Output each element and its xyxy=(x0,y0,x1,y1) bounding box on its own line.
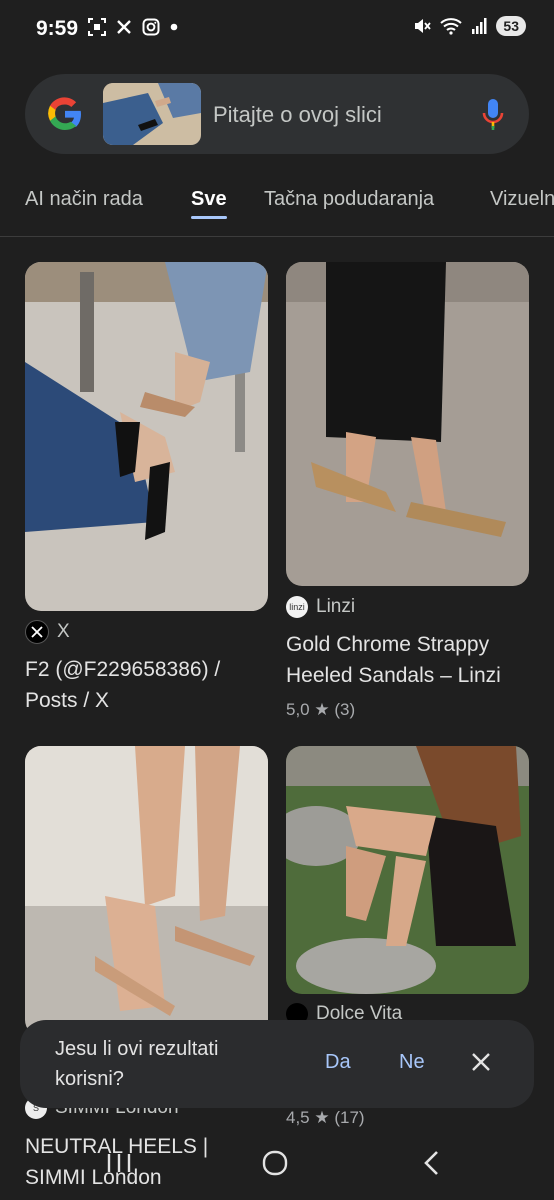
tab-visual[interactable]: Vizuelni xyxy=(490,188,554,211)
recent-apps-icon[interactable] xyxy=(106,1152,132,1174)
google-icon xyxy=(48,97,81,130)
close-icon[interactable] xyxy=(470,1051,492,1073)
dot-icon xyxy=(170,23,178,31)
battery-icon: 53 xyxy=(496,16,526,36)
screenshot-icon xyxy=(88,18,106,36)
result-source-1[interactable]: X xyxy=(25,620,70,644)
tab-ai-mode[interactable]: AI način rada xyxy=(25,188,143,211)
result-source-label: X xyxy=(57,621,70,642)
result-rating-2: 5,0 ★ (3) xyxy=(286,700,356,719)
wifi-icon xyxy=(440,18,463,35)
tab-all[interactable]: Sve xyxy=(191,188,227,211)
result-image-4[interactable] xyxy=(286,746,529,994)
feedback-yes-button[interactable]: Da xyxy=(325,1051,351,1074)
mute-icon xyxy=(415,19,432,33)
x-icon xyxy=(117,20,131,34)
mic-icon[interactable] xyxy=(481,98,505,132)
star-icon: ★ xyxy=(314,700,330,719)
status-bar: 9:59 53 xyxy=(0,0,554,58)
signal-icon xyxy=(472,18,487,34)
search-input[interactable]: Pitajte o ovoj slici xyxy=(213,102,382,128)
result-image-3[interactable] xyxy=(25,746,268,1036)
x-icon xyxy=(25,620,49,644)
system-nav-bar xyxy=(0,1126,554,1200)
result-source-label: Linzi xyxy=(316,596,356,617)
result-title-1[interactable]: F2 (@F229658386) / Posts / X xyxy=(25,654,220,716)
search-image-thumbnail[interactable] xyxy=(103,83,201,145)
home-icon[interactable] xyxy=(262,1150,288,1176)
result-source-2[interactable]: linzi Linzi xyxy=(286,596,355,618)
tab-exact-matches[interactable]: Tačna podudaranja xyxy=(264,188,434,211)
feedback-no-button[interactable]: Ne xyxy=(399,1051,425,1074)
instagram-icon xyxy=(142,18,160,36)
feedback-prompt: Jesu li ovi rezultati korisni? Da Ne xyxy=(20,1020,534,1108)
tabs-divider xyxy=(0,236,554,237)
result-title-2[interactable]: Gold Chrome Strappy Heeled Sandals – Lin… xyxy=(286,629,501,691)
result-rating-4: 4,5 ★ (17) xyxy=(286,1108,365,1127)
star-icon: ★ xyxy=(314,1108,330,1127)
linzi-logo-icon: linzi xyxy=(286,596,308,618)
search-bar[interactable]: Pitajte o ovoj slici xyxy=(25,74,529,154)
feedback-question: Jesu li ovi rezultati korisni? xyxy=(55,1038,219,1090)
status-time: 9:59 xyxy=(36,17,79,40)
filter-tabs: AI način rada Sve Tačna podudaranja Vizu… xyxy=(0,170,554,230)
result-image-2[interactable] xyxy=(286,262,529,586)
result-image-1[interactable] xyxy=(25,262,268,611)
back-icon[interactable] xyxy=(422,1150,440,1176)
active-tab-indicator xyxy=(191,216,227,219)
